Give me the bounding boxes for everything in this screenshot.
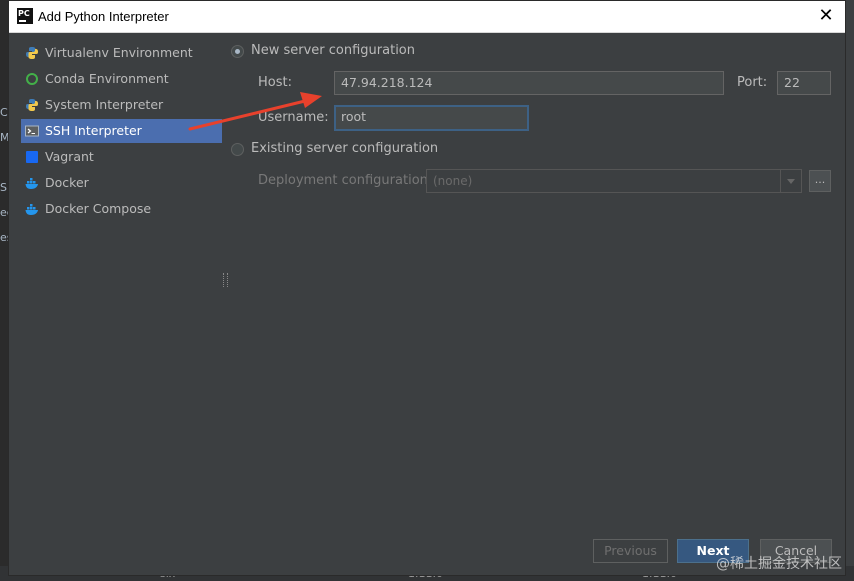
sidebar-item-label: SSH Interpreter [45, 123, 142, 138]
sidebar-item-label: Conda Environment [45, 71, 169, 86]
python-icon [26, 47, 38, 59]
vagrant-icon [26, 151, 38, 163]
close-button[interactable]: ✕ [815, 5, 837, 27]
sidebar-item-vagrant[interactable]: Vagrant [21, 145, 222, 169]
sidebar-item-virtualenv[interactable]: Virtualenv Environment [21, 41, 222, 65]
title-bar: PC Add Python Interpreter ✕ [9, 1, 845, 33]
conda-ring-icon [26, 73, 38, 85]
new-server-label: New server configuration [251, 43, 416, 58]
port-label: Port: [737, 75, 768, 90]
deployment-config-label: Deployment configuration: [258, 173, 433, 188]
sidebar-item-system-interpreter[interactable]: System Interpreter [21, 93, 222, 117]
sidebar-item-label: Docker [45, 175, 89, 190]
terminal-icon [25, 125, 39, 137]
sidebar-item-label: Virtualenv Environment [45, 45, 193, 60]
splitter-handle[interactable] [223, 273, 228, 287]
deployment-config-value: (none) [433, 174, 473, 188]
window-title: Add Python Interpreter [38, 9, 169, 24]
sidebar-item-conda[interactable]: Conda Environment [21, 67, 222, 91]
username-field[interactable]: root [334, 105, 529, 131]
port-field[interactable]: 22 [777, 71, 831, 95]
previous-button[interactable]: Previous [593, 539, 668, 563]
sidebar-item-docker-compose[interactable]: Docker Compose [21, 197, 222, 221]
docker-icon [25, 204, 38, 215]
sidebar-item-ssh-interpreter[interactable]: SSH Interpreter [21, 119, 222, 143]
background-ide-panel: Co M S ed es [0, 0, 14, 581]
existing-server-radio[interactable] [231, 143, 244, 156]
sidebar-item-label: Vagrant [45, 149, 94, 164]
add-python-interpreter-dialog: PC Add Python Interpreter ✕ Virtualenv E… [8, 0, 846, 576]
bg-fragment: S [0, 181, 7, 194]
deployment-config-select[interactable]: (none) [426, 169, 802, 193]
pycharm-logo-icon: PC [17, 8, 33, 24]
existing-server-label: Existing server configuration [251, 141, 439, 156]
new-server-radio[interactable] [231, 45, 244, 58]
python-icon [26, 99, 38, 111]
host-field[interactable]: 47.94.218.124 [334, 71, 724, 95]
sidebar-item-label: System Interpreter [45, 97, 164, 112]
browse-deployment-button[interactable]: ... [809, 170, 831, 192]
sidebar-item-label: Docker Compose [45, 201, 152, 216]
watermark: @稀土掘金技术社区 [716, 556, 842, 572]
host-label: Host: [258, 75, 292, 90]
interpreter-type-list: Virtualenv Environment Conda Environment… [21, 39, 222, 551]
username-label: Username: [258, 110, 329, 125]
docker-icon [25, 178, 38, 189]
sidebar-item-docker[interactable]: Docker [21, 171, 222, 195]
chevron-down-icon [780, 170, 801, 192]
